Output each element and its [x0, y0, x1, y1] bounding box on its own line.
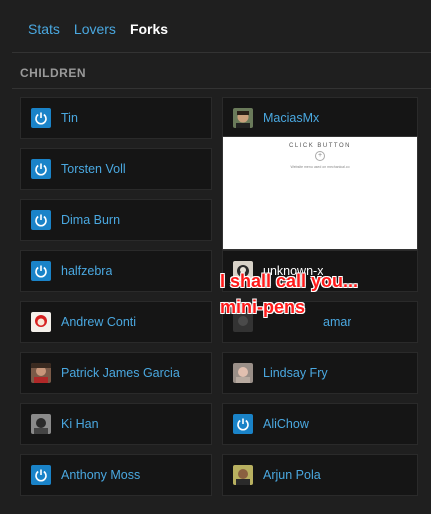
tabs-bar: Stats Lovers Forks	[28, 20, 182, 40]
fork-author-name: AliChow	[263, 417, 309, 431]
preview-subtitle: Website menu used on mechanical.co	[290, 165, 350, 169]
fork-author-name: Anthony Moss	[61, 468, 141, 482]
fork-card-arjun-pola[interactable]: Arjun Pola	[222, 454, 418, 496]
fork-author-name: Andrew Conti	[61, 315, 137, 329]
pen-preview[interactable]: CLICK BUTTON + Website menu used on mech…	[222, 136, 418, 250]
plus-icon: +	[315, 151, 325, 161]
annotation-line: I shall call you...	[220, 271, 359, 291]
power-icon	[233, 414, 253, 434]
avatar	[31, 312, 51, 332]
tab-lovers[interactable]: Lovers	[74, 20, 116, 40]
fork-author-name: Dima Burn	[61, 213, 121, 227]
fork-author-name: MaciasMx	[263, 111, 320, 125]
power-icon	[31, 261, 51, 281]
fork-card-patrick-james-garcia[interactable]: Patrick James Garcia	[20, 352, 212, 394]
fork-card-ki-han[interactable]: Ki Han	[20, 403, 212, 445]
fork-card-alichow[interactable]: AliChow	[222, 403, 418, 445]
fork-card-torsten-voll[interactable]: Torsten Voll	[20, 148, 212, 190]
annotation-caption: I shall call you... mini-pens	[220, 268, 358, 320]
fork-card-andrew-conti[interactable]: Andrew Conti	[20, 301, 212, 343]
fork-card-halfzebra[interactable]: halfzebra	[20, 250, 212, 292]
fork-card-lindsay-fry[interactable]: Lindsay Fry	[222, 352, 418, 394]
power-icon	[31, 210, 51, 230]
fork-author-name: Patrick James Garcia	[61, 366, 180, 380]
power-icon	[31, 465, 51, 485]
fork-card-anthony-moss[interactable]: Anthony Moss	[20, 454, 212, 496]
fork-author-name: Ki Han	[61, 417, 99, 431]
fork-author-name: Torsten Voll	[61, 162, 126, 176]
avatar	[233, 465, 253, 485]
fork-author-name: Lindsay Fry	[263, 366, 328, 380]
fork-author-name: Tin	[61, 111, 78, 125]
tab-forks[interactable]: Forks	[130, 20, 168, 40]
tab-stats[interactable]: Stats	[28, 20, 60, 40]
fork-card-tin[interactable]: Tin	[20, 97, 212, 139]
preview-title: CLICK BUTTON	[289, 143, 351, 149]
annotation-line: mini-pens	[220, 297, 306, 317]
fork-card-dima-burn[interactable]: Dima Burn	[20, 199, 212, 241]
avatar	[233, 363, 253, 383]
avatar	[233, 108, 253, 128]
power-icon	[31, 159, 51, 179]
fork-author-name: halfzebra	[61, 264, 113, 278]
fork-card-maciasmx[interactable]: MaciasMx	[222, 97, 418, 139]
avatar	[31, 414, 51, 434]
section-title: CHILDREN	[20, 66, 86, 80]
divider	[12, 52, 431, 53]
fork-author-name: Arjun Pola	[263, 468, 321, 482]
power-icon	[31, 108, 51, 128]
divider	[12, 88, 431, 89]
avatar	[31, 363, 51, 383]
